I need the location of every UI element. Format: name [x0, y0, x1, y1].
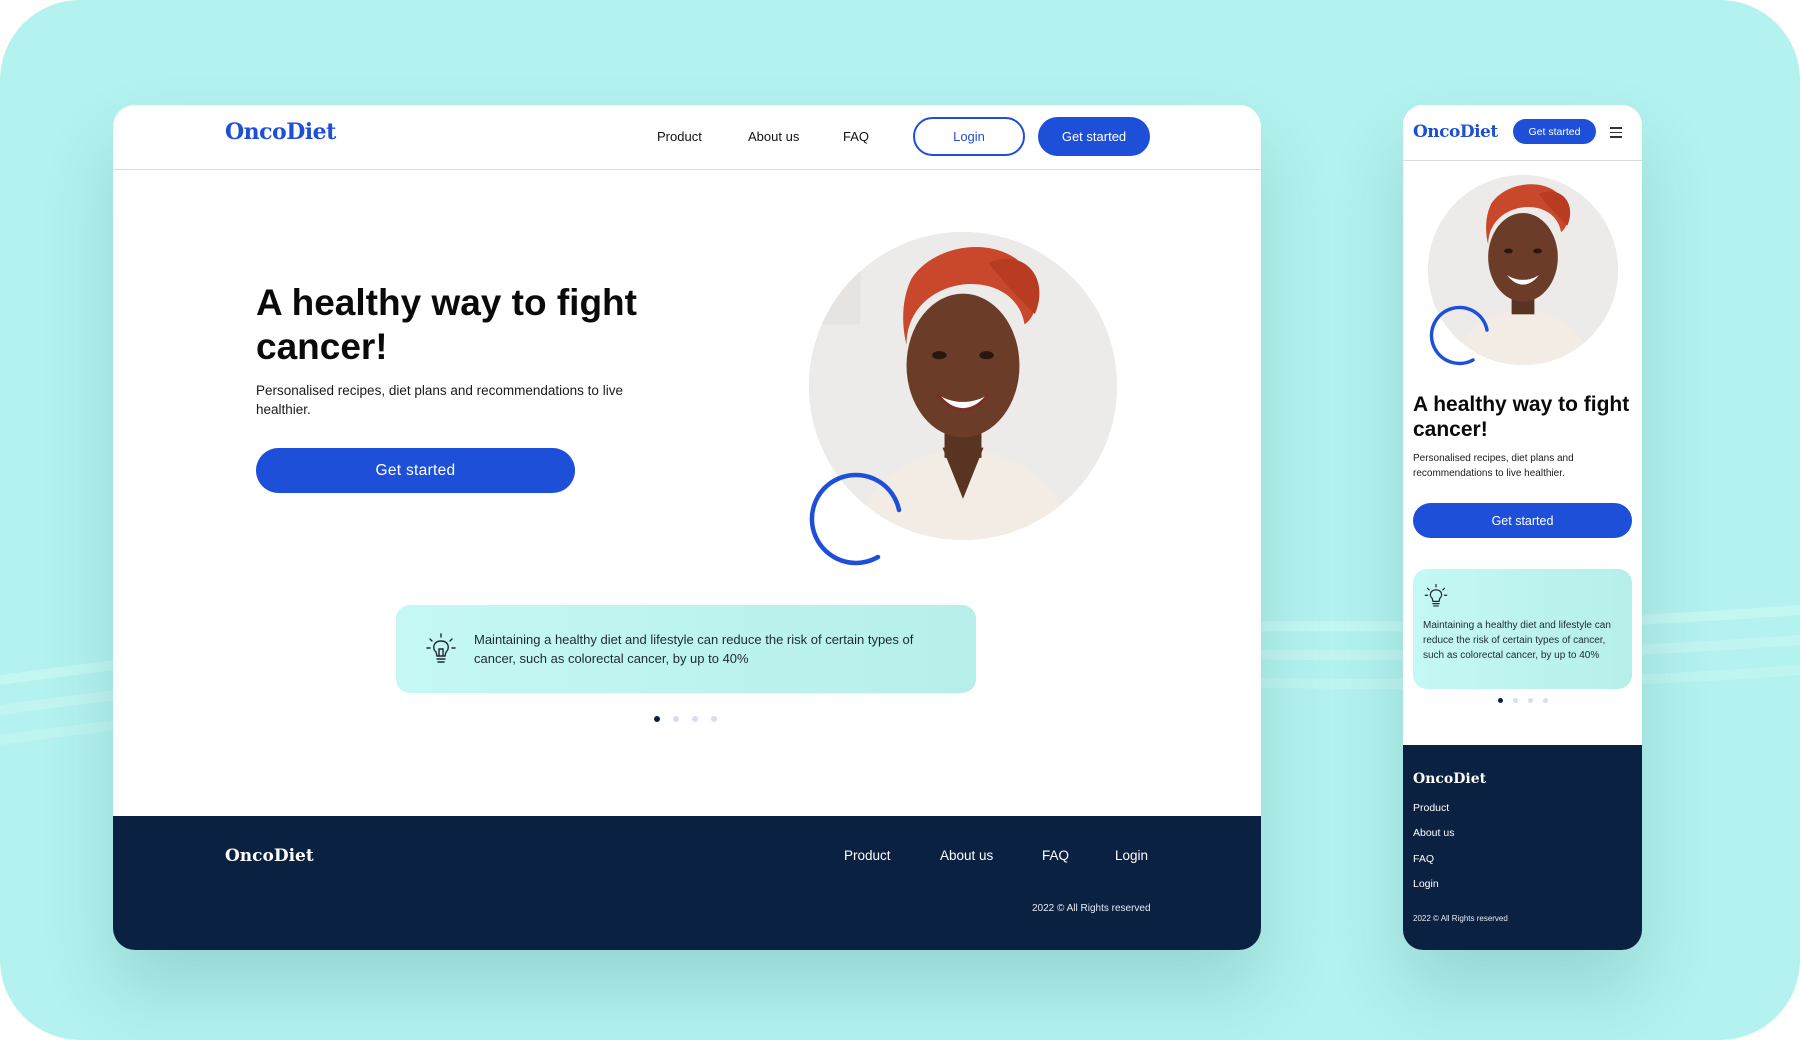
mobile-footer-faq-link[interactable]: FAQ — [1413, 853, 1434, 865]
desktop-carousel-dots — [654, 716, 717, 722]
nav-get-started-button[interactable]: Get started — [1038, 117, 1150, 156]
footer-copyright: 2022 © All Rights reserved — [1032, 903, 1151, 914]
footer-product-link[interactable]: Product — [844, 848, 891, 863]
mobile-decorative-arc — [1429, 305, 1489, 366]
mobile-health-fact-card: Maintaining a healthy diet and lifestyle… — [1413, 569, 1632, 689]
mobile-footer-about-link[interactable]: About us — [1413, 827, 1454, 839]
mobile-hero-subtitle: Personalised recipes, diet plans and rec… — [1413, 453, 1574, 479]
desktop-navbar: OncoDiet Product About us FAQ Login Get … — [113, 105, 1261, 170]
lightbulb-icon — [426, 633, 456, 663]
mobile-screen: OncoDiet Get started A healthy way to fi… — [1403, 105, 1642, 950]
mobile-carousel-dot-2[interactable] — [1513, 698, 1518, 703]
mobile-carousel-dot-3[interactable] — [1528, 698, 1533, 703]
mobile-logo[interactable]: OncoDiet — [1413, 122, 1498, 142]
desktop-logo[interactable]: OncoDiet — [225, 119, 336, 145]
footer-faq-link[interactable]: FAQ — [1042, 848, 1069, 863]
desktop-footer: OncoDiet Product About us FAQ Login 2022… — [113, 816, 1261, 950]
mobile-nav-get-started-button[interactable]: Get started — [1513, 119, 1596, 144]
footer-login-link[interactable]: Login — [1115, 848, 1148, 863]
hamburger-menu-icon[interactable] — [1610, 127, 1622, 138]
carousel-dot-3[interactable] — [692, 716, 698, 722]
mobile-carousel-dot-4[interactable] — [1543, 698, 1548, 703]
carousel-dot-4[interactable] — [711, 716, 717, 722]
carousel-dot-2[interactable] — [673, 716, 679, 722]
hero-get-started-button[interactable]: Get started — [256, 448, 575, 493]
nav-faq-link[interactable]: FAQ — [843, 129, 869, 144]
mobile-carousel-dots — [1498, 698, 1548, 703]
lightbulb-icon — [1424, 583, 1448, 607]
login-button[interactable]: Login — [913, 117, 1025, 156]
showcase-background: OncoDiet Product About us FAQ Login Get … — [0, 0, 1800, 1040]
mobile-footer-login-link[interactable]: Login — [1413, 878, 1439, 890]
mobile-footer-copyright: 2022 © All Rights reserved — [1413, 914, 1508, 923]
hero-title: A healthy way to fight cancer! — [256, 282, 637, 367]
mobile-fact-text: Maintaining a healthy diet and lifestyle… — [1423, 620, 1611, 661]
desktop-screen: OncoDiet Product About us FAQ Login Get … — [113, 105, 1261, 950]
nav-product-link[interactable]: Product — [657, 129, 702, 144]
mobile-hero-get-started-button[interactable]: Get started — [1413, 503, 1632, 538]
carousel-dot-1[interactable] — [654, 716, 660, 722]
nav-about-link[interactable]: About us — [748, 129, 799, 144]
mobile-footer-product-link[interactable]: Product — [1413, 802, 1449, 814]
mobile-navbar: OncoDiet Get started — [1403, 105, 1642, 161]
mobile-footer: OncoDiet Product About us FAQ Login 2022… — [1403, 745, 1642, 950]
health-fact-card: Maintaining a healthy diet and lifestyle… — [396, 605, 976, 693]
mobile-footer-logo[interactable]: OncoDiet — [1413, 771, 1486, 787]
footer-logo[interactable]: OncoDiet — [225, 846, 314, 866]
footer-about-link[interactable]: About us — [940, 848, 993, 863]
mobile-carousel-dot-1[interactable] — [1498, 698, 1503, 703]
hero-subtitle: Personalised recipes, diet plans and rec… — [256, 383, 623, 417]
fact-text: Maintaining a healthy diet and lifestyle… — [474, 632, 914, 666]
mobile-hero-title: A healthy way to fight cancer! — [1413, 393, 1630, 441]
hero-decorative-arc — [809, 472, 902, 566]
